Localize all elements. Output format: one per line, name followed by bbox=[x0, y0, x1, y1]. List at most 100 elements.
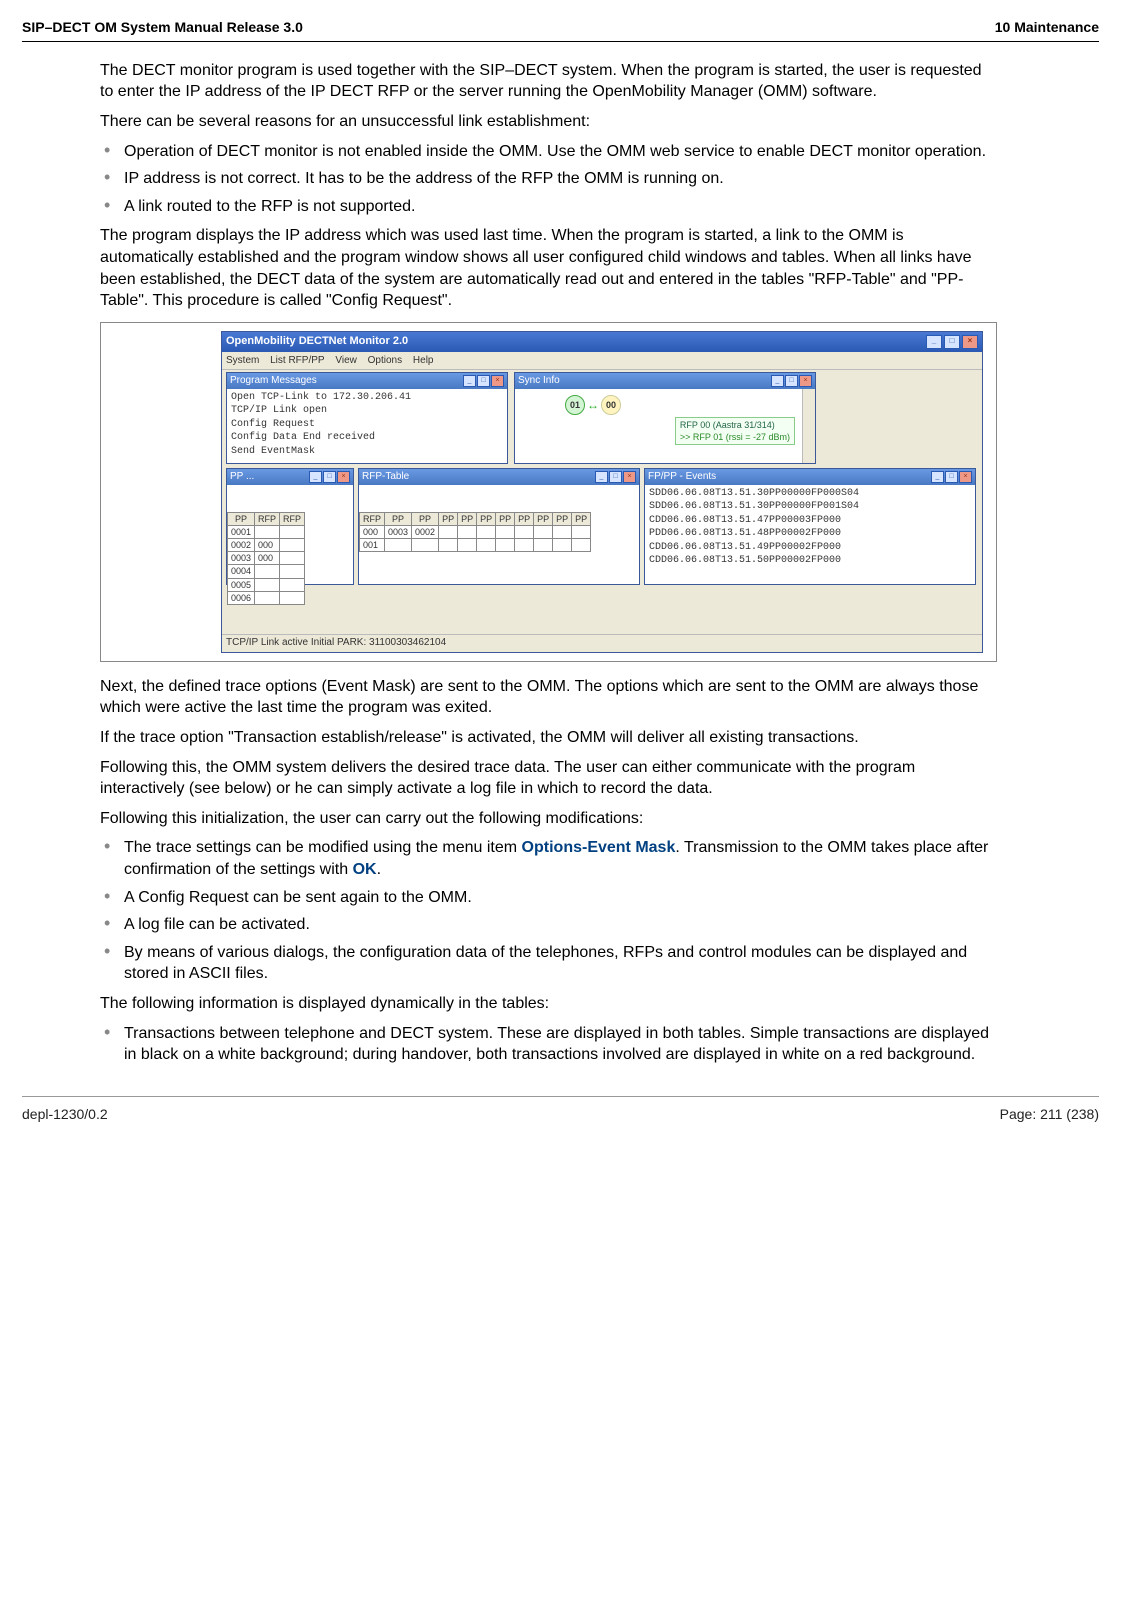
para-2: There can be several reasons for an unsu… bbox=[100, 111, 997, 133]
close-icon[interactable]: × bbox=[799, 375, 812, 387]
col-header: RFP bbox=[360, 512, 385, 525]
cell bbox=[515, 525, 534, 538]
menu-view[interactable]: View bbox=[335, 355, 357, 366]
minimize-icon[interactable]: _ bbox=[926, 335, 942, 349]
table-row[interactable]: 0002000 bbox=[228, 539, 305, 552]
menu-help[interactable]: Help bbox=[413, 355, 434, 366]
app-window: OpenMobility DECTNet Monitor 2.0 _ □ × S… bbox=[221, 331, 983, 653]
sync-arrow-icon: ↔ bbox=[587, 397, 599, 413]
col-header: PP bbox=[439, 512, 458, 525]
cell bbox=[280, 539, 305, 552]
close-icon[interactable]: × bbox=[962, 335, 978, 349]
list-item: A Config Request can be sent again to th… bbox=[100, 887, 997, 909]
table-row[interactable]: 0003000 bbox=[228, 552, 305, 565]
close-icon[interactable]: × bbox=[491, 375, 504, 387]
cell bbox=[255, 525, 280, 538]
menu-system[interactable]: System bbox=[226, 355, 259, 366]
col-header: PP bbox=[553, 512, 572, 525]
cell: 0004 bbox=[228, 565, 255, 578]
table-row[interactable]: 001 bbox=[360, 539, 591, 552]
cell bbox=[255, 565, 280, 578]
cell bbox=[572, 525, 591, 538]
cell bbox=[496, 525, 515, 538]
maximize-icon[interactable]: □ bbox=[323, 471, 336, 483]
minimize-icon[interactable]: _ bbox=[931, 471, 944, 483]
maximize-icon[interactable]: □ bbox=[944, 335, 960, 349]
cell: 000 bbox=[255, 539, 280, 552]
header-right: 10 Maintenance bbox=[995, 18, 1099, 37]
bullet-list-1: Operation of DECT monitor is not enabled… bbox=[100, 141, 997, 218]
footer-right: Page: 211 (238) bbox=[1000, 1105, 1099, 1124]
sync-node-01[interactable]: 01 bbox=[565, 395, 585, 415]
app-title: OpenMobility DECTNet Monitor 2.0 bbox=[226, 334, 408, 349]
para-8: The following information is displayed d… bbox=[100, 993, 997, 1015]
rfp-table-window: RFP-Table _ □ × RFP PP PP PP P bbox=[358, 468, 640, 585]
para-5: If the trace option "Transaction establi… bbox=[100, 727, 997, 749]
col-header: PP bbox=[572, 512, 591, 525]
col-header: PP bbox=[477, 512, 496, 525]
scrollbar[interactable] bbox=[802, 389, 815, 463]
list-item: IP address is not correct. It has to be … bbox=[100, 168, 997, 190]
menubar: System List RFP/PP View Options Help bbox=[222, 352, 982, 371]
para-4: Next, the defined trace options (Event M… bbox=[100, 676, 997, 719]
col-header: RFP bbox=[280, 512, 305, 525]
cell: 0003 bbox=[228, 552, 255, 565]
cell bbox=[534, 539, 553, 552]
minimize-icon[interactable]: _ bbox=[595, 471, 608, 483]
table-row[interactable]: 0004 bbox=[228, 565, 305, 578]
sync-node-00[interactable]: 00 bbox=[601, 395, 621, 415]
cell bbox=[412, 539, 439, 552]
close-icon[interactable]: × bbox=[623, 471, 636, 483]
statusbar: TCP/IP Link active Initial PARK: 3110030… bbox=[222, 634, 982, 652]
table-row[interactable]: 000 0003 0002 bbox=[360, 525, 591, 538]
screenshot-figure: OpenMobility DECTNet Monitor 2.0 _ □ × S… bbox=[100, 322, 997, 662]
menu-list[interactable]: List RFP/PP bbox=[270, 355, 324, 366]
events-body: SDD06.06.08T13.51.30PP00000FP000S04 SDD0… bbox=[645, 485, 975, 570]
cell bbox=[458, 539, 477, 552]
bullet-list-3: Transactions between telephone and DECT … bbox=[100, 1023, 997, 1066]
col-header: PP bbox=[458, 512, 477, 525]
text: The trace settings can be modified using… bbox=[124, 839, 522, 856]
table-row[interactable]: 0006 bbox=[228, 591, 305, 604]
cell bbox=[280, 552, 305, 565]
cell: 0001 bbox=[228, 525, 255, 538]
maximize-icon[interactable]: □ bbox=[785, 375, 798, 387]
cell bbox=[477, 539, 496, 552]
app-titlebar: OpenMobility DECTNet Monitor 2.0 _ □ × bbox=[222, 332, 982, 352]
rfp-table: RFP PP PP PP PP PP PP PP PP PP PP bbox=[359, 512, 591, 552]
cell bbox=[280, 525, 305, 538]
minimize-icon[interactable]: _ bbox=[771, 375, 784, 387]
cell: 0002 bbox=[412, 525, 439, 538]
table-row[interactable]: 0001 bbox=[228, 525, 305, 538]
menu-options[interactable]: Options bbox=[368, 355, 402, 366]
events-window: FP/PP - Events _ □ × SDD06.06.08T13.51.3… bbox=[644, 468, 976, 585]
footer-left: depl-1230/0.2 bbox=[22, 1105, 108, 1124]
events-title: FP/PP - Events bbox=[648, 470, 716, 484]
cell bbox=[496, 539, 515, 552]
close-icon[interactable]: × bbox=[959, 471, 972, 483]
list-item: Transactions between telephone and DECT … bbox=[100, 1023, 997, 1066]
cell bbox=[458, 525, 477, 538]
cell bbox=[534, 525, 553, 538]
minimize-icon[interactable]: _ bbox=[463, 375, 476, 387]
close-icon[interactable]: × bbox=[337, 471, 350, 483]
text: . bbox=[377, 861, 381, 878]
program-messages-title: Program Messages bbox=[230, 374, 317, 388]
cell bbox=[477, 525, 496, 538]
maximize-icon[interactable]: □ bbox=[945, 471, 958, 483]
maximize-icon[interactable]: □ bbox=[477, 375, 490, 387]
sync-info-title: Sync Info bbox=[518, 374, 560, 388]
maximize-icon[interactable]: □ bbox=[609, 471, 622, 483]
cell: 001 bbox=[360, 539, 385, 552]
cell bbox=[553, 539, 572, 552]
col-header: PP bbox=[412, 512, 439, 525]
bullet-list-2: The trace settings can be modified using… bbox=[100, 837, 997, 985]
col-header: PP bbox=[228, 512, 255, 525]
col-header: PP bbox=[385, 512, 412, 525]
cell bbox=[280, 578, 305, 591]
table-row[interactable]: 0005 bbox=[228, 578, 305, 591]
list-item: A log file can be activated. bbox=[100, 914, 997, 936]
cell: 0003 bbox=[385, 525, 412, 538]
pp-table: PPRFPRFP 0001 0002000 0003000 0004 0005 … bbox=[227, 512, 305, 605]
minimize-icon[interactable]: _ bbox=[309, 471, 322, 483]
